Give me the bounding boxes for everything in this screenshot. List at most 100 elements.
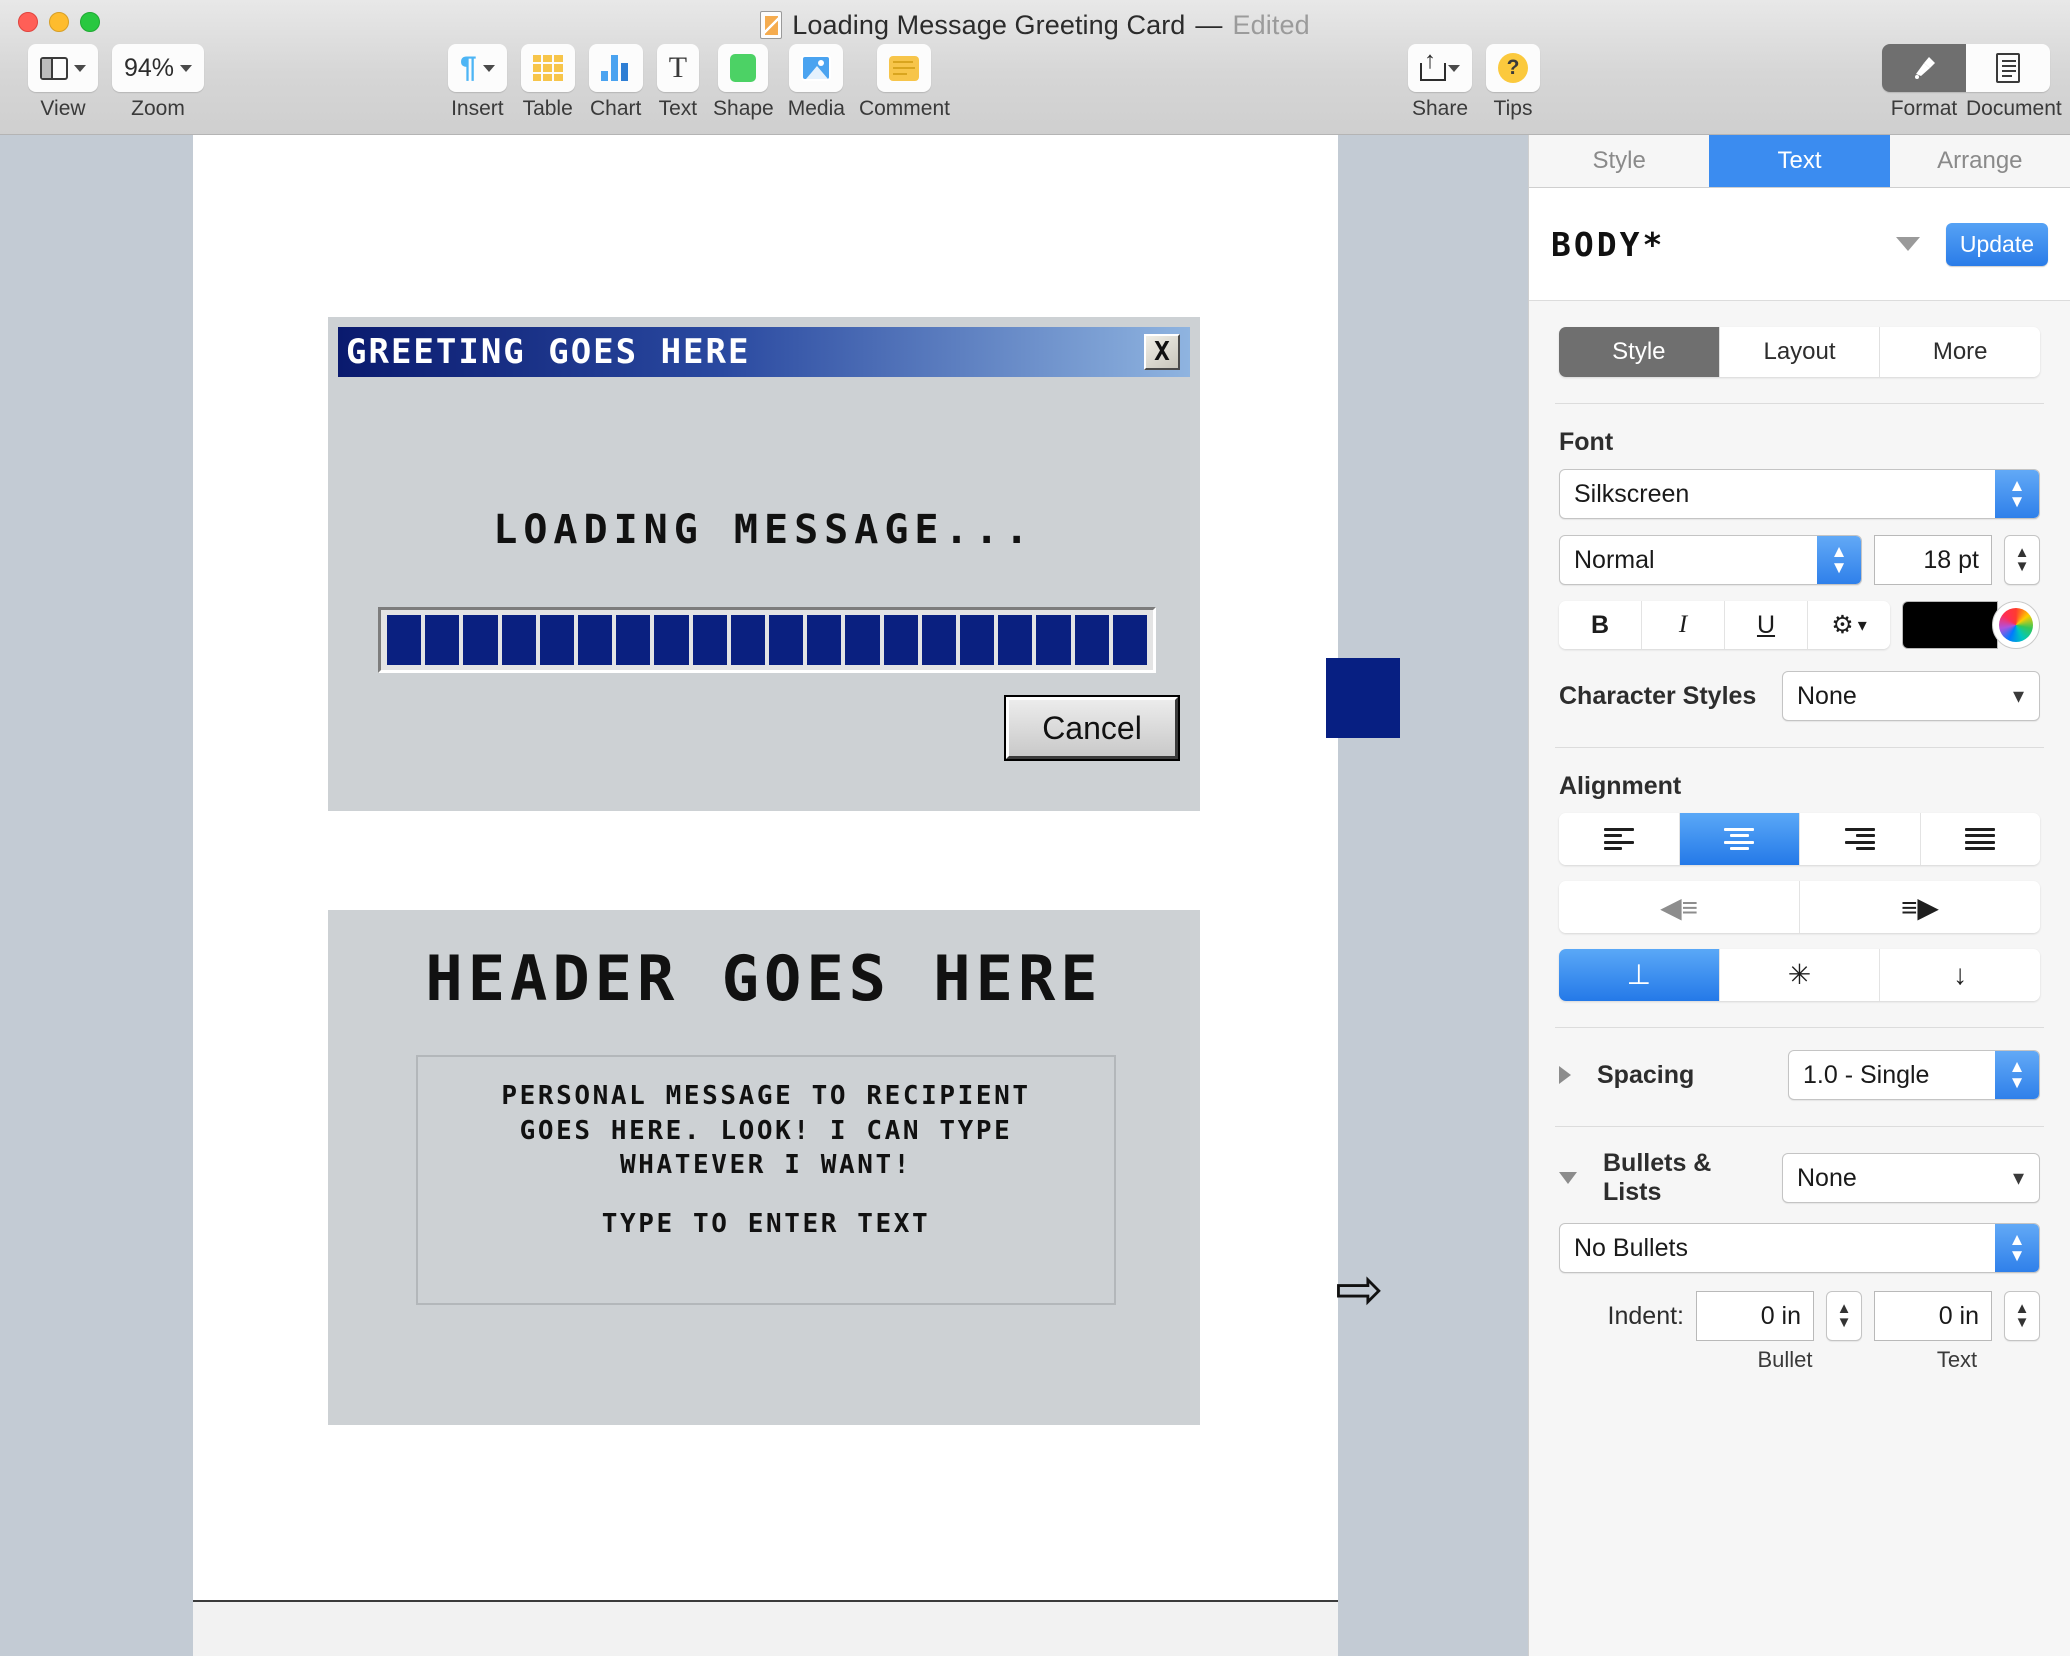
update-style-button[interactable]: Update xyxy=(1946,223,2048,266)
progress-segment xyxy=(922,615,956,665)
indent-values-row: Indent: 0 in ▲▼ 0 in ▲▼ xyxy=(1559,1291,2040,1341)
subtab-layout[interactable]: Layout xyxy=(1720,327,1881,377)
bullets-lists-value[interactable]: None xyxy=(1782,1153,2040,1203)
right-arrow-icon[interactable]: ⇨ xyxy=(1335,1260,1384,1318)
italic-button[interactable]: I xyxy=(1642,601,1725,649)
text-button[interactable]: T xyxy=(657,44,699,92)
color-wheel-icon[interactable] xyxy=(1992,601,2040,649)
tab-arrange[interactable]: Arrange xyxy=(1890,135,2070,187)
shape-button[interactable] xyxy=(718,44,768,92)
toolbar-item-tips[interactable]: ? Tips xyxy=(1486,44,1540,121)
toolbar-label-view: View xyxy=(40,97,85,121)
font-size-stepper[interactable]: ▲▼ xyxy=(2004,535,2040,585)
insert-button[interactable]: ¶ xyxy=(448,44,507,92)
cancel-button[interactable]: Cancel xyxy=(1006,697,1178,759)
toolbar-label-zoom: Zoom xyxy=(131,97,185,121)
close-icon[interactable]: X xyxy=(1144,334,1180,370)
media-button[interactable] xyxy=(789,44,843,92)
comment-button[interactable] xyxy=(877,44,931,92)
toolbar-item-table[interactable]: Table xyxy=(521,44,575,121)
card-text-box[interactable]: PERSONAL MESSAGE TO RECIPIENT GOES HERE.… xyxy=(416,1055,1116,1305)
share-button[interactable] xyxy=(1408,44,1472,92)
font-weight-field[interactable]: Normal ▲▼ xyxy=(1559,535,1862,585)
toolbar-item-zoom[interactable]: 94% Zoom xyxy=(112,44,204,121)
text-indent-stepper[interactable]: ▲▼ xyxy=(2004,1291,2040,1341)
greeting-card-graphic[interactable]: HEADER GOES HERE PERSONAL MESSAGE TO REC… xyxy=(328,910,1200,1425)
text-color-control[interactable] xyxy=(1902,601,2040,649)
zoom-button[interactable]: 94% xyxy=(112,44,204,92)
canvas-area[interactable]: GREETING GOES HERE X LOADING MESSAGE... … xyxy=(0,135,1528,1656)
spacing-stepper[interactable]: ▲▼ xyxy=(1995,1051,2039,1099)
underline-button[interactable]: U xyxy=(1725,601,1808,649)
text-subtabs: Style Layout More xyxy=(1559,327,2040,377)
toolbar-item-text[interactable]: T Text xyxy=(657,44,699,121)
text-indent-input[interactable]: 0 in xyxy=(1874,1291,1992,1341)
toolbar-item-comment[interactable]: Comment xyxy=(859,44,950,121)
tab-text[interactable]: Text xyxy=(1709,135,1889,187)
align-center-button[interactable] xyxy=(1680,813,1801,865)
next-page-top xyxy=(193,1602,1338,1656)
text-icon: T xyxy=(669,53,687,83)
dialog-title-text: GREETING GOES HERE xyxy=(346,332,750,372)
bullet-indent-input[interactable]: 0 in xyxy=(1696,1291,1814,1341)
toolbar-label-format: Format xyxy=(1882,97,1966,121)
font-options-gear-button[interactable]: ⚙ ▾ xyxy=(1808,601,1890,649)
font-family-field[interactable]: Silkscreen ▲▼ xyxy=(1559,469,2040,519)
indent-captions-row: Bullet Text xyxy=(1559,1347,2040,1373)
inspector-segmented-control[interactable] xyxy=(1882,44,2050,92)
text-style-buttons: B I U ⚙ ▾ xyxy=(1559,601,1890,649)
retro-dialog-graphic[interactable]: GREETING GOES HERE X LOADING MESSAGE... … xyxy=(328,317,1200,811)
blue-square-shape[interactable] xyxy=(1326,658,1400,738)
font-family-value[interactable]: Silkscreen xyxy=(1559,469,2040,519)
chevron-down-icon[interactable] xyxy=(1896,237,1920,251)
bold-button[interactable]: B xyxy=(1559,601,1642,649)
toolbar-item-shape[interactable]: Shape xyxy=(713,44,774,121)
spacing-field[interactable]: 1.0 - Single ▲▼ xyxy=(1788,1050,2040,1100)
question-mark-icon: ? xyxy=(1498,53,1528,83)
spacing-disclosure-icon[interactable] xyxy=(1559,1066,1571,1084)
tab-style[interactable]: Style xyxy=(1529,135,1709,187)
text-color-swatch[interactable] xyxy=(1902,601,1998,649)
inspector-tabs: Style Text Arrange xyxy=(1529,135,2070,188)
bullet-style-field[interactable]: No Bullets ▲▼ xyxy=(1559,1223,2040,1273)
table-button[interactable] xyxy=(521,44,575,92)
view-button[interactable] xyxy=(28,44,98,92)
character-styles-value[interactable]: None xyxy=(1782,671,2040,721)
tips-button[interactable]: ? xyxy=(1486,44,1540,92)
align-bottom-button[interactable]: ↓ xyxy=(1880,949,2040,1001)
bullets-lists-field[interactable]: None ▾ xyxy=(1782,1153,2040,1203)
bullet-indent-stepper[interactable]: ▲▼ xyxy=(1826,1291,1862,1341)
decrease-indent-button[interactable]: ◀≡ xyxy=(1559,881,1800,933)
bullet-style-value[interactable]: No Bullets xyxy=(1559,1223,2040,1273)
align-top-button[interactable]: ⊥ xyxy=(1559,949,1720,1001)
font-weight-stepper[interactable]: ▲▼ xyxy=(1817,536,1861,584)
font-family-stepper[interactable]: ▲▼ xyxy=(1995,470,2039,518)
dialog-titlebar: GREETING GOES HERE X xyxy=(338,327,1190,377)
character-styles-field[interactable]: None ▾ xyxy=(1782,671,2040,721)
toolbar-item-chart[interactable]: Chart xyxy=(589,44,643,121)
toolbar-item-view[interactable]: View xyxy=(28,44,98,121)
align-left-button[interactable] xyxy=(1559,813,1680,865)
progress-segment xyxy=(1036,615,1070,665)
subtab-more[interactable]: More xyxy=(1880,327,2040,377)
document-page[interactable]: GREETING GOES HERE X LOADING MESSAGE... … xyxy=(193,135,1338,1656)
increase-indent-button[interactable]: ≡▶ xyxy=(1800,881,2040,933)
progress-segment xyxy=(731,615,765,665)
toolbar-item-media[interactable]: Media xyxy=(788,44,845,121)
format-inspector-button[interactable] xyxy=(1882,44,1966,92)
toolbar-item-share[interactable]: Share xyxy=(1408,44,1472,121)
align-justify-button[interactable] xyxy=(1921,813,2041,865)
divider xyxy=(1555,747,2044,748)
subtab-style[interactable]: Style xyxy=(1559,327,1720,377)
font-size-input[interactable]: 18 pt xyxy=(1874,535,1992,585)
bullet-style-stepper[interactable]: ▲▼ xyxy=(1995,1224,2039,1272)
align-middle-button[interactable]: ✳ xyxy=(1720,949,1881,1001)
align-right-button[interactable] xyxy=(1800,813,1921,865)
toolbar-item-insert[interactable]: ¶ Insert xyxy=(448,44,507,121)
bullets-disclosure-icon[interactable] xyxy=(1559,1172,1577,1184)
card-placeholder-line: TYPE TO ENTER TEXT xyxy=(418,1207,1114,1242)
card-body-line: GOES HERE. LOOK! I CAN TYPE xyxy=(418,1114,1114,1149)
document-inspector-button[interactable] xyxy=(1966,44,2050,92)
chevron-down-icon: ▾ xyxy=(2013,683,2024,709)
chart-button[interactable] xyxy=(589,44,643,92)
